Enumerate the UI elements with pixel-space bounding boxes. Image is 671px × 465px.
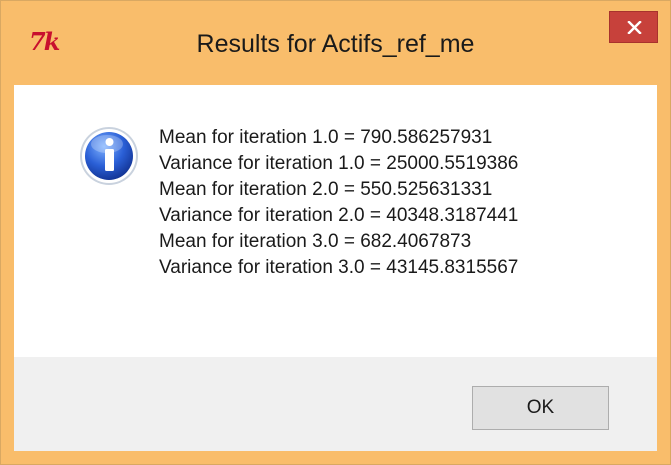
close-icon — [627, 21, 642, 34]
info-icon — [80, 127, 138, 185]
message-line: Mean for iteration 1.0 = 790.586257931 — [159, 127, 493, 148]
message-line: Mean for iteration 3.0 = 682.4067873 — [159, 231, 472, 252]
message-text: Mean for iteration 1.0 = 790.586257931 V… — [159, 125, 639, 281]
title-bar[interactable]: 7k Results for Actifs_ref_me — [1, 1, 670, 85]
message-line: Variance for iteration 3.0 = 43145.83155… — [159, 257, 519, 278]
button-bar: OK — [14, 357, 657, 451]
message-line: Variance for iteration 1.0 = 25000.55193… — [159, 153, 519, 174]
dialog-content: Mean for iteration 1.0 = 790.586257931 V… — [14, 85, 657, 451]
close-button[interactable] — [609, 11, 658, 43]
window-title: Results for Actifs_ref_me — [196, 30, 475, 58]
ok-button[interactable]: OK — [472, 386, 609, 430]
message-line: Variance for iteration 2.0 = 40348.31874… — [159, 205, 519, 226]
message-line: Mean for iteration 2.0 = 550.525631331 — [159, 179, 493, 200]
dialog-window: 7k Results for Actifs_ref_me Mean for it… — [0, 0, 671, 465]
